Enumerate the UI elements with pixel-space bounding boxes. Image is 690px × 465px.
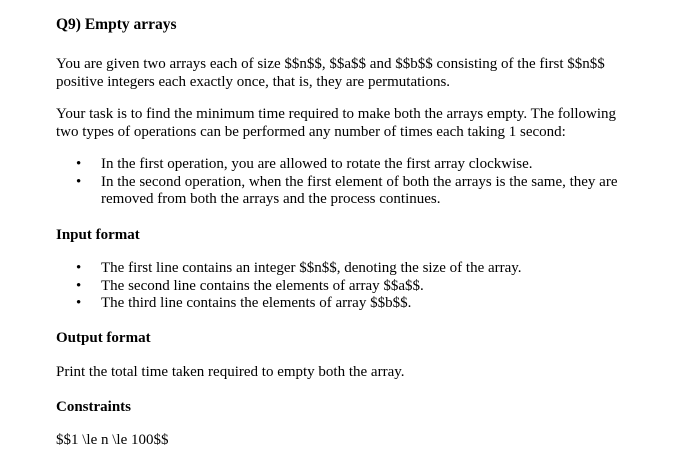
operations-list: • In the first operation, you are allowe… bbox=[76, 156, 618, 209]
intro-line: positive integers each exactly once, tha… bbox=[56, 73, 451, 90]
operation-item: • In the second operation, when the firs… bbox=[76, 174, 618, 209]
output-format-text: Print the total time taken required to e… bbox=[56, 364, 405, 380]
bullet-icon: • bbox=[76, 260, 82, 276]
intro-paragraph: You are given two arrays each of size $$… bbox=[56, 56, 656, 91]
input-format-list: • The first line contains an integer $$n… bbox=[76, 260, 522, 313]
constraints-heading: Constraints bbox=[56, 399, 132, 415]
operation-text: removed from both the arrays and the pro… bbox=[101, 191, 441, 207]
task-paragraph: Your task is to find the minimum time re… bbox=[56, 106, 656, 141]
input-format-item: • The third line contains the elements o… bbox=[76, 295, 522, 313]
input-format-text: The first line contains an integer $$n$$… bbox=[101, 260, 522, 276]
intro-line: You are given two arrays each of size $$… bbox=[56, 56, 605, 72]
task-line: Your task is to find the minimum time re… bbox=[56, 106, 617, 122]
bullet-icon: • bbox=[76, 277, 82, 294]
bullet-icon: • bbox=[76, 156, 82, 172]
input-format-text: The second line contains the elements of… bbox=[101, 277, 424, 294]
input-format-text: The third line contains the elements of … bbox=[101, 295, 412, 311]
operation-text: In the second operation, when the first … bbox=[101, 173, 618, 190]
operation-item: • In the first operation, you are allowe… bbox=[76, 156, 618, 174]
task-line: two types of operations can be performed… bbox=[56, 123, 566, 140]
problem-document: Q9) Empty arrays You are given two array… bbox=[0, 0, 690, 465]
bullet-icon: • bbox=[76, 173, 82, 190]
output-format-heading: Output format bbox=[56, 330, 151, 346]
input-format-heading: Input format bbox=[56, 227, 140, 243]
input-format-item: • The first line contains an integer $$n… bbox=[76, 260, 522, 278]
bullet-icon: • bbox=[76, 295, 82, 311]
input-format-item: • The second line contains the elements … bbox=[76, 278, 522, 296]
operation-text: In the first operation, you are allowed … bbox=[101, 156, 533, 172]
constraints-text: $$1 \le n \le 100$$ bbox=[56, 432, 169, 448]
problem-title: Q9) Empty arrays bbox=[56, 16, 177, 33]
